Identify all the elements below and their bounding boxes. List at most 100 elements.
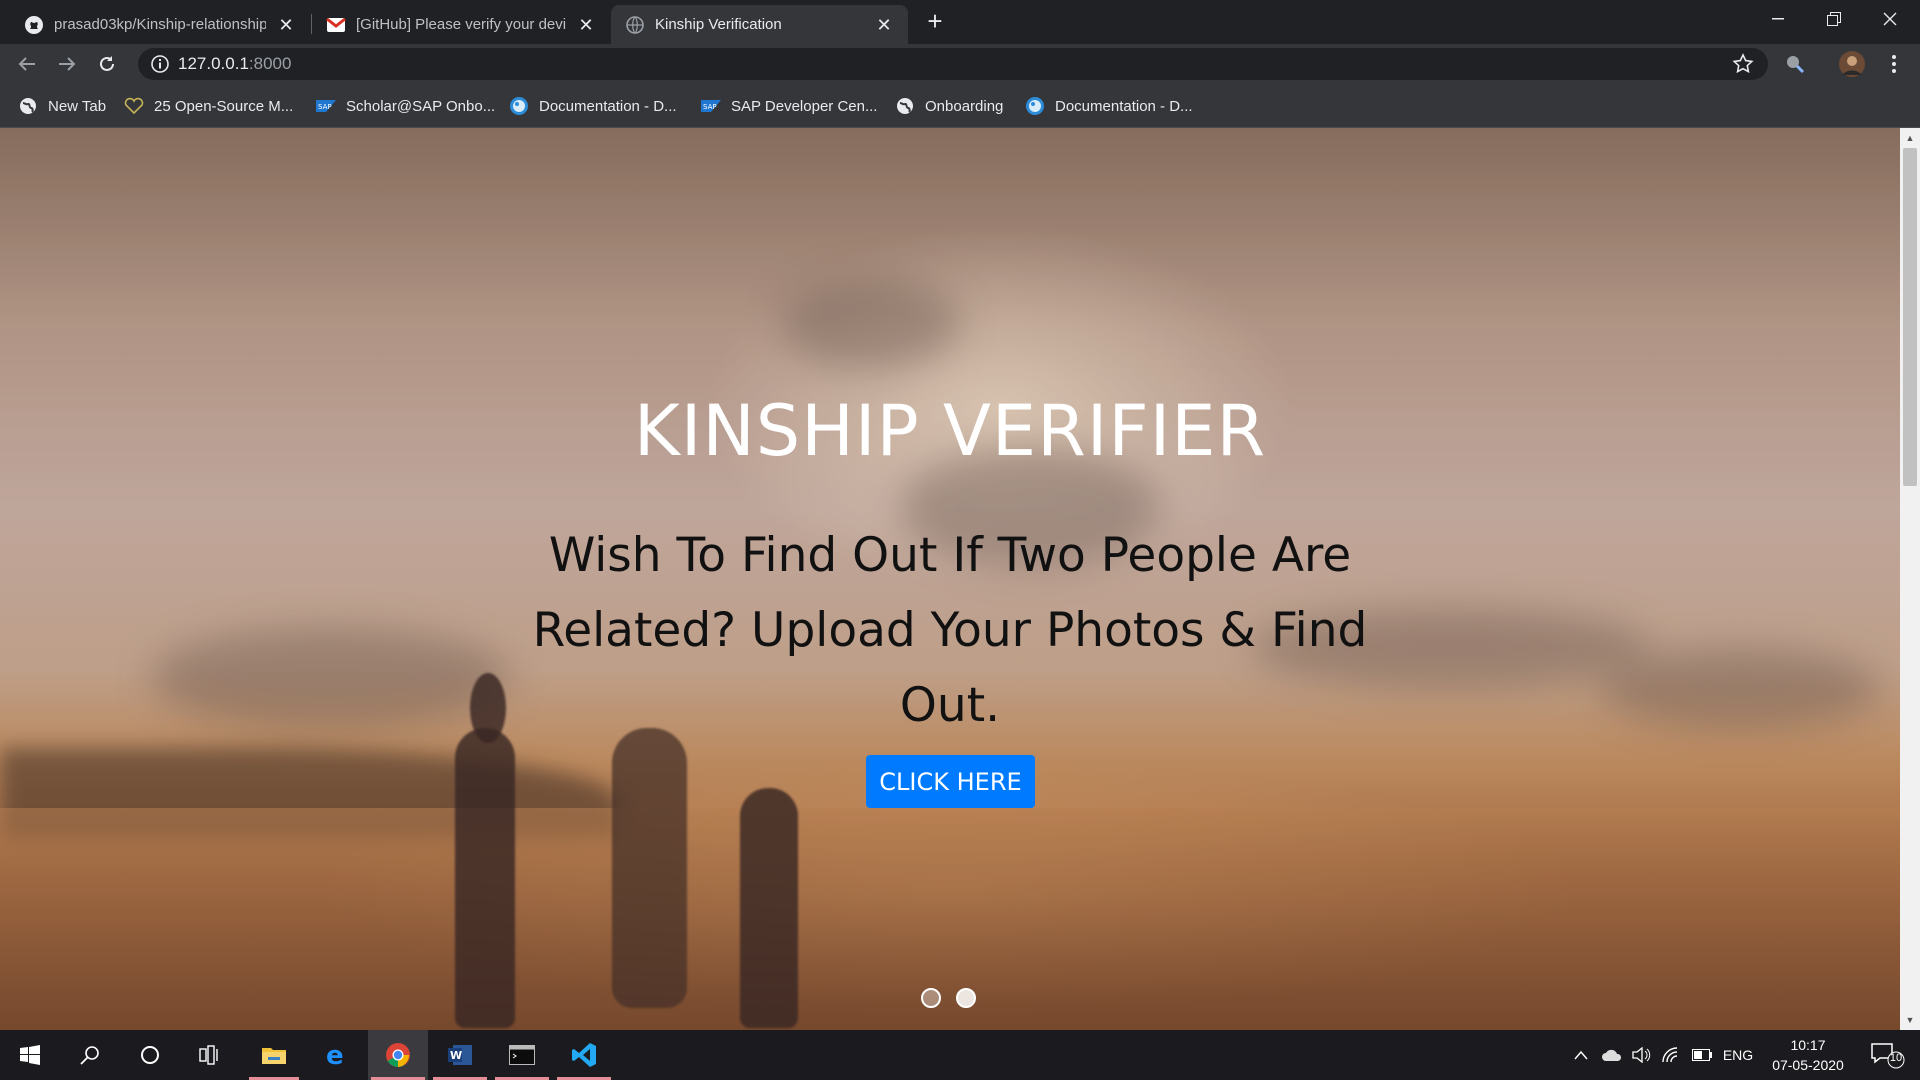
bookmark-scholar-sap[interactable]: SAP Scholar@SAP Onbo... [316,94,495,118]
vscode-icon [572,1043,596,1067]
tab-title: Kinship Verification [655,16,782,33]
back-button[interactable] [13,50,41,78]
search-button[interactable] [62,1030,118,1080]
chrome-icon [386,1043,410,1068]
bookmark-label: Onboarding [925,97,1004,115]
close-icon[interactable]: ✕ [874,15,894,35]
close-icon[interactable]: ✕ [576,15,596,35]
windows-taskbar: e W ENG 10:17 07-05-2020 10 [0,1030,1920,1080]
volume-tray[interactable] [1630,1045,1654,1065]
new-tab-button[interactable]: + [921,8,949,36]
info-icon[interactable] [150,54,170,74]
tab-strip: prasad03kp/Kinship-relationship ✕ [GitHu… [0,0,1920,44]
close-icon[interactable]: ✕ [276,15,296,35]
scrollbar-thumb[interactable] [1903,148,1917,486]
bookmark-open-source[interactable]: 25 Open-Source M... [124,94,293,118]
click-here-button[interactable]: CLICK HERE [866,755,1035,808]
terminal-icon [509,1045,535,1065]
bookmark-sap-developer[interactable]: SAP SAP Developer Cen... [701,94,877,118]
tab-github[interactable]: prasad03kp/Kinship-relationship ✕ [10,5,310,44]
terminal-button[interactable] [492,1030,552,1080]
clock-date: 07-05-2020 [1772,1057,1844,1073]
back-arrow-icon [18,57,35,71]
avatar [1839,51,1865,77]
battery-icon [1692,1049,1712,1061]
scroll-down-arrow-icon[interactable]: ▼ [1900,1012,1920,1028]
extension-button[interactable] [1783,52,1807,76]
url-port: :8000 [248,54,292,73]
chrome-button[interactable] [368,1030,428,1080]
network-tray[interactable] [1660,1045,1684,1065]
bookmark-documentation-1[interactable]: Documentation - D... [509,94,677,118]
tab-title: [GitHub] Please verify your device [356,16,566,33]
bookmark-label: New Tab [48,97,107,115]
bookmark-star-icon[interactable] [1732,53,1754,75]
close-icon [1883,12,1897,26]
edge-button[interactable]: e [308,1030,364,1080]
hero-subtitle: Wish To Find Out If Two People Are Relat… [532,528,1368,733]
file-explorer-icon [262,1048,286,1064]
bookmark-label: SAP Developer Cen... [731,97,878,115]
svg-text:W: W [450,1049,462,1062]
tab-kinship[interactable]: Kinship Verification ✕ [611,5,908,44]
forward-arrow-icon [59,57,76,71]
word-button[interactable]: W [430,1030,490,1080]
restore-icon [1827,12,1841,26]
url-text: 127.0.0.1:8000 [178,54,291,74]
hero-title: KINSHIP VERIFIER [633,390,1267,472]
scroll-up-arrow-icon[interactable]: ▲ [1900,130,1920,146]
battery-tray[interactable] [1690,1045,1714,1065]
svg-text:e: e [326,1043,344,1067]
cortana-icon [141,1046,159,1064]
cortana-button[interactable] [122,1030,178,1080]
sap-icon: SAP [701,96,721,116]
speaker-icon [1632,1047,1651,1063]
show-hidden-icons-button[interactable] [1570,1045,1592,1065]
onedrive-tray[interactable] [1600,1045,1624,1065]
svg-text:SAP: SAP [318,103,332,111]
chevron-up-icon [1574,1050,1588,1060]
svg-text:SAP: SAP [703,103,717,111]
close-window-button[interactable] [1862,0,1918,38]
bookmark-onboarding[interactable]: Onboarding [895,94,1003,118]
language-indicator[interactable]: ENG [1718,1045,1758,1065]
task-view-icon [199,1045,218,1065]
browser-toolbar: 127.0.0.1:8000 [0,44,1920,84]
globe-icon [18,96,38,116]
notification-count: 10 [1889,1052,1903,1064]
tab-gmail[interactable]: [GitHub] Please verify your device ✕ [312,5,610,44]
minimize-button[interactable] [1750,0,1806,38]
task-view-button[interactable] [182,1030,238,1080]
bookmark-new-tab[interactable]: New Tab [18,94,106,118]
minimize-icon [1772,18,1784,20]
tab-title: prasad03kp/Kinship-relationship [54,16,266,33]
gmail-icon [326,15,346,35]
more-vert-icon [1892,55,1896,73]
clock-time: 10:17 [1790,1037,1826,1053]
github-icon [24,15,44,35]
bookmark-label: Scholar@SAP Onbo... [346,97,496,115]
globe-icon [895,96,915,116]
reload-button[interactable] [93,50,121,78]
address-bar[interactable]: 127.0.0.1:8000 [138,48,1768,80]
word-icon: W [448,1045,472,1065]
bookmark-documentation-2[interactable]: Documentation - D... [1025,94,1193,118]
action-center-button[interactable]: 10 [1866,1040,1906,1070]
carousel-indicator-1[interactable] [921,988,941,1008]
bookmark-label: Documentation - D... [1055,97,1193,115]
clock[interactable]: 10:17 07-05-2020 [1760,1035,1856,1075]
restore-button[interactable] [1806,0,1862,38]
bookmark-label: Documentation - D... [539,97,677,115]
url-host: 127.0.0.1 [178,54,249,73]
vscode-button[interactable] [554,1030,614,1080]
file-explorer-button[interactable] [246,1030,302,1080]
start-button[interactable] [2,1030,58,1080]
carousel-indicator-2[interactable] [956,988,976,1008]
forward-button[interactable] [53,50,81,78]
globe-icon [625,15,645,35]
menu-button[interactable] [1882,52,1906,76]
wifi-icon [1662,1047,1678,1063]
hero-carousel: KINSHIP VERIFIER Wish To Find Out If Two… [0,128,1900,1030]
profile-button[interactable] [1838,50,1866,78]
bookmark-label: 25 Open-Source M... [154,97,294,115]
